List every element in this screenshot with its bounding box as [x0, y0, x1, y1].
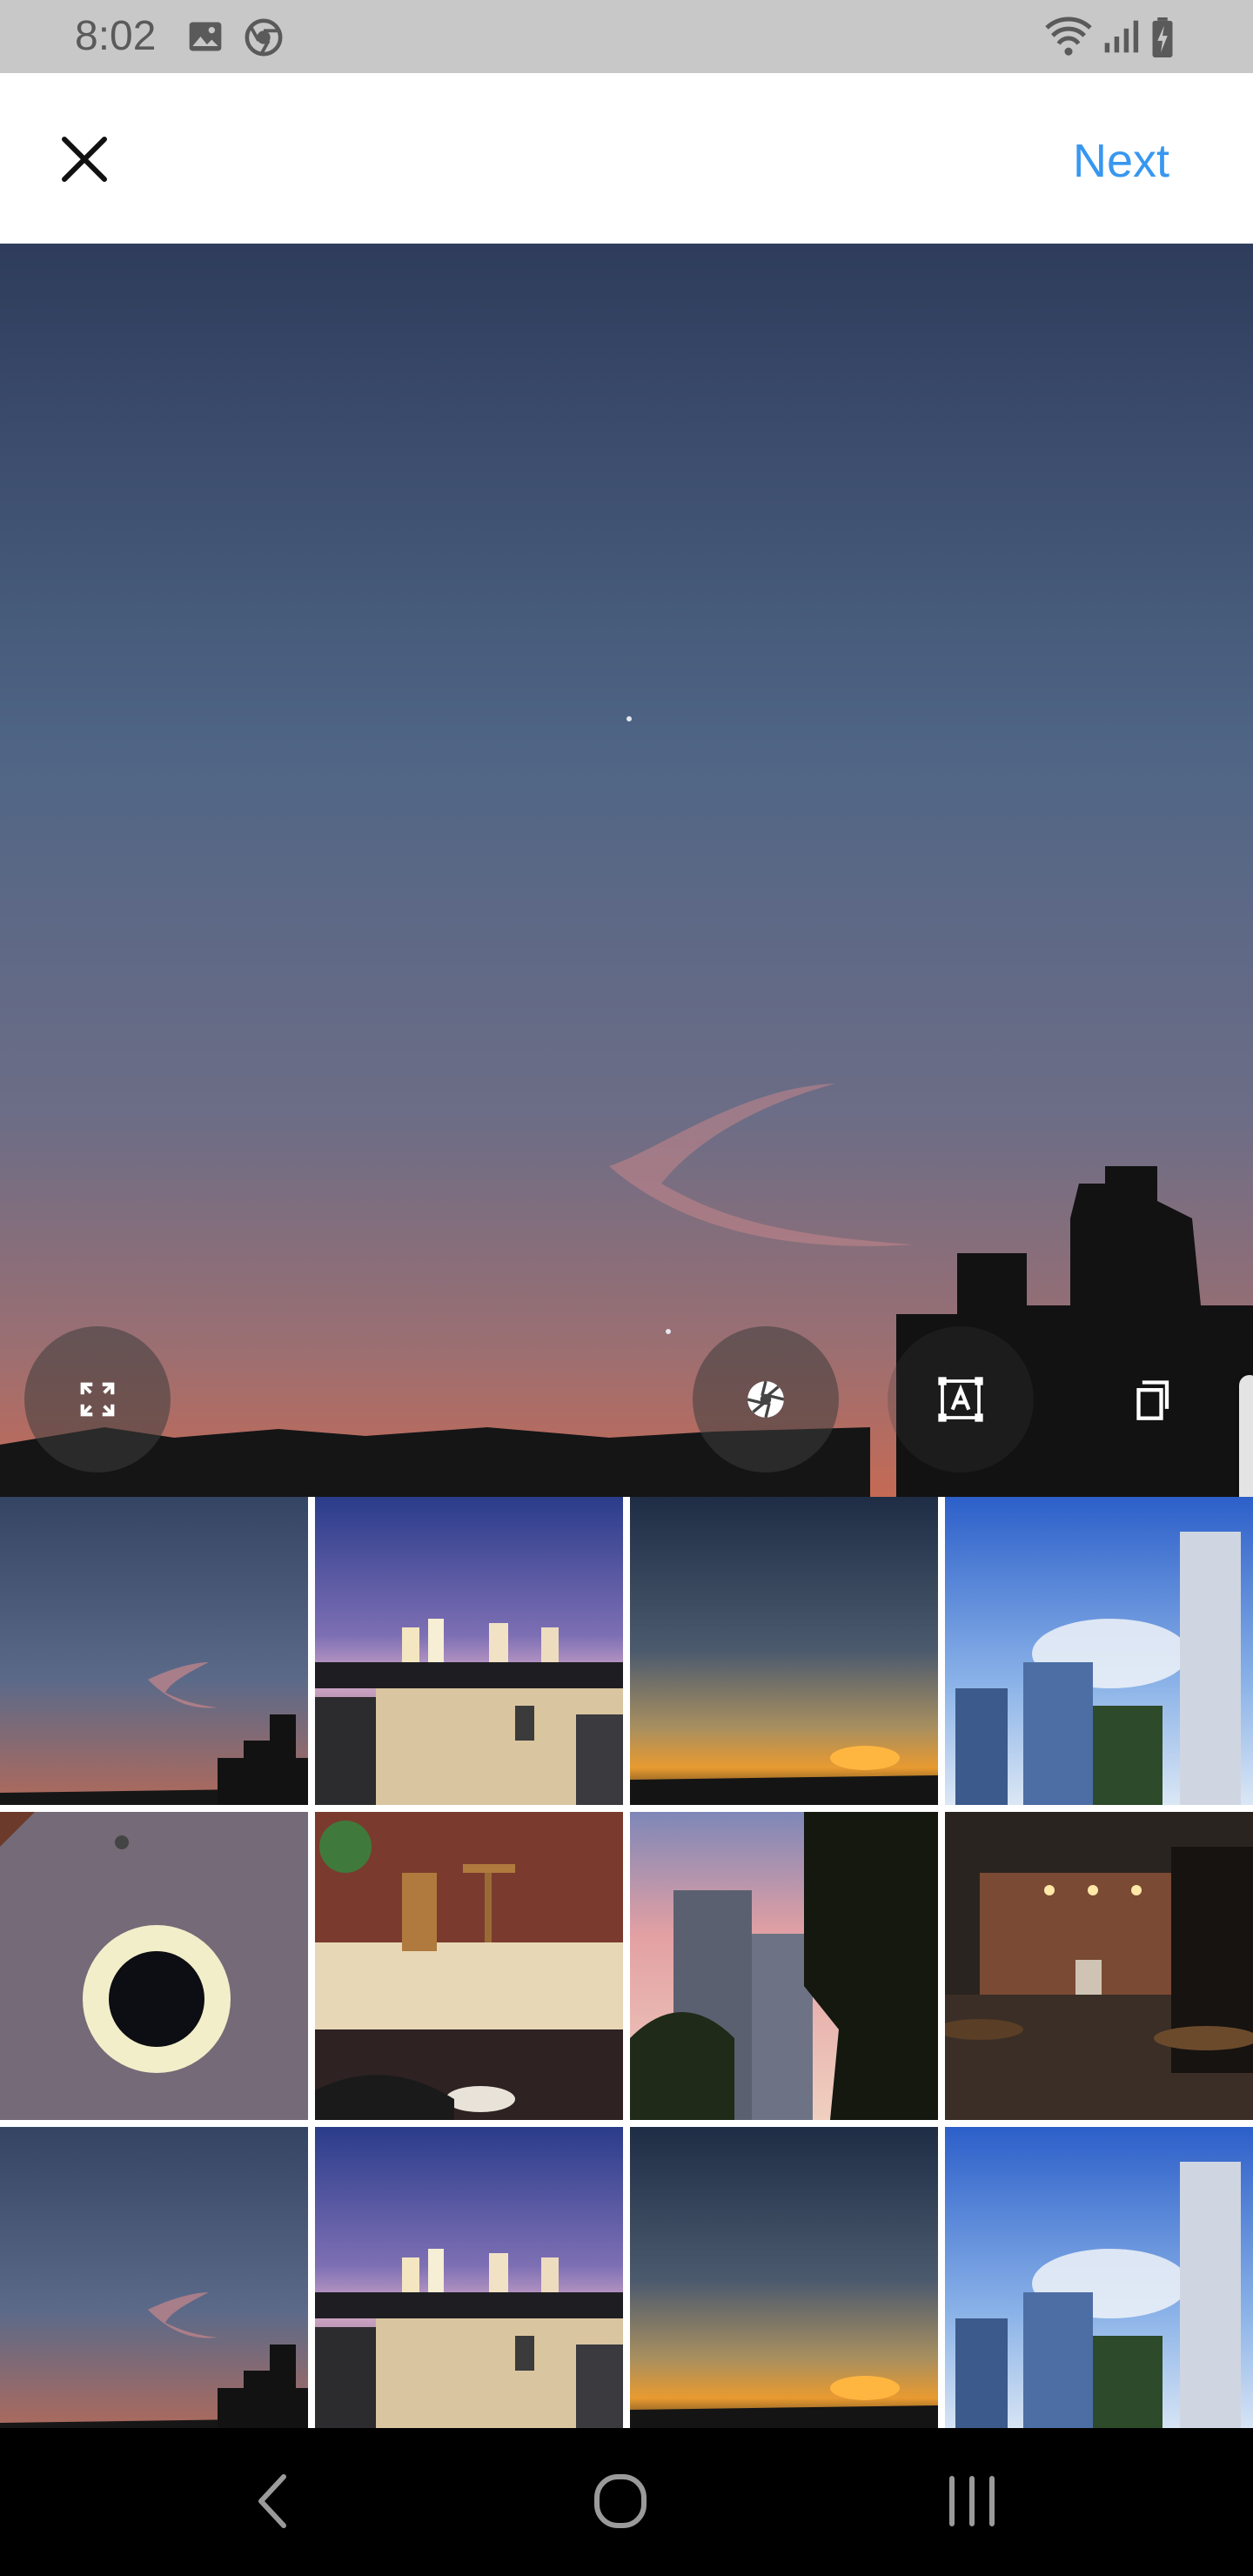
- thumbnail-sunset-sky[interactable]: [0, 1497, 308, 1805]
- recents-icon: [949, 2476, 995, 2526]
- signal-icon: [1102, 17, 1140, 60]
- multi-select-icon: [1136, 1380, 1169, 1420]
- thumbnail-sunset-horizon[interactable]: [630, 2127, 938, 2428]
- thumbnail-restaurant-interior[interactable]: [945, 1812, 1253, 2120]
- recents-button[interactable]: [933, 2466, 1011, 2536]
- home-button[interactable]: [581, 2466, 660, 2536]
- expand-icon: [80, 1382, 115, 1417]
- close-icon: [62, 137, 107, 182]
- thumbnail-tower-trees-dusk[interactable]: [630, 1812, 938, 2120]
- aperture-button[interactable]: [693, 1326, 839, 1472]
- photo-preview[interactable]: [0, 244, 1253, 1497]
- close-button[interactable]: [52, 127, 117, 191]
- wifi-icon: [1044, 14, 1093, 62]
- text-box-button[interactable]: [888, 1326, 1034, 1472]
- gallery-grid[interactable]: [0, 1497, 1253, 2428]
- back-icon: [258, 2474, 286, 2528]
- thumbnail-cafe-chairs[interactable]: [315, 1812, 623, 2120]
- battery-charging-icon: [1149, 17, 1176, 62]
- system-nav-bar: [0, 2428, 1253, 2576]
- aperture-icon: [747, 1380, 785, 1419]
- thumbnail-coffee-cup[interactable]: [0, 1812, 308, 2120]
- status-time: 8:02: [75, 13, 157, 59]
- multi-select-button[interactable]: [1082, 1326, 1229, 1472]
- thumbnail-sunset-horizon[interactable]: [630, 1497, 938, 1805]
- thumbnail-blue-sky-buildings[interactable]: [945, 2127, 1253, 2428]
- top-app-bar: Next: [0, 73, 1253, 244]
- next-button[interactable]: Next: [1073, 134, 1169, 188]
- thumbnail-night-city-balcony[interactable]: [315, 2127, 623, 2428]
- thumbnail-sunset-sky[interactable]: [0, 2127, 308, 2428]
- thumbnail-night-city-balcony[interactable]: [315, 1497, 623, 1805]
- expand-button[interactable]: [24, 1326, 171, 1472]
- thumbnail-blue-sky-buildings[interactable]: [945, 1497, 1253, 1805]
- chrome-notification-icon: [244, 17, 284, 62]
- status-bar: 8:02: [0, 0, 1253, 73]
- back-button[interactable]: [235, 2466, 313, 2536]
- preview-image: [0, 244, 1253, 1497]
- home-icon: [594, 2474, 647, 2528]
- image-notification-icon: [186, 17, 224, 60]
- text-box-icon: [938, 1377, 983, 1422]
